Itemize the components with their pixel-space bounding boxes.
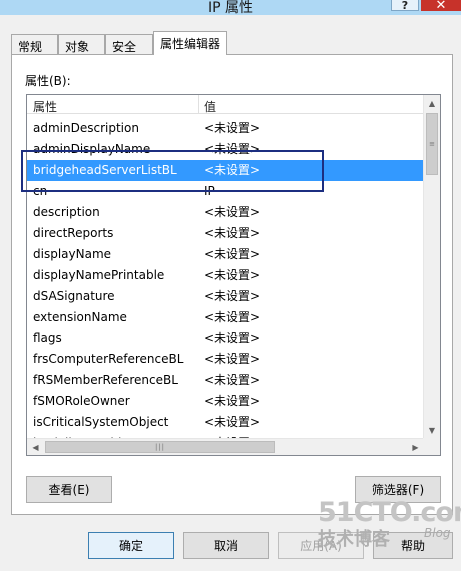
attribute-value: <未设置> bbox=[204, 331, 261, 345]
tab-security[interactable]: 安全 bbox=[105, 34, 153, 54]
attribute-name: adminDescription bbox=[33, 121, 139, 135]
watermark-blog: Blog bbox=[424, 526, 451, 540]
attribute-name: displayName bbox=[33, 247, 112, 261]
table-row[interactable]: fSMORoleOwner <未设置> bbox=[27, 391, 424, 412]
attribute-name: cn bbox=[33, 184, 48, 198]
column-header-attribute[interactable]: 属性 bbox=[33, 98, 57, 115]
attribute-name: frsComputerReferenceBL bbox=[33, 352, 184, 366]
ok-button[interactable]: 确定 bbox=[88, 532, 174, 559]
table-row[interactable]: cn IP bbox=[27, 181, 424, 202]
attribute-value: <未设置> bbox=[204, 289, 261, 303]
help-icon[interactable]: ? bbox=[391, 0, 419, 12]
column-header-value[interactable]: 值 bbox=[204, 98, 216, 115]
attribute-name: adminDisplayName bbox=[33, 142, 151, 156]
tab-general[interactable]: 常规 bbox=[11, 34, 58, 54]
attribute-name: directReports bbox=[33, 226, 114, 240]
table-row[interactable]: adminDescription <未设置> bbox=[27, 118, 424, 139]
attribute-name: fRSMemberReferenceBL bbox=[33, 373, 178, 387]
table-row[interactable]: isCriticalSystemObject <未设置> bbox=[27, 412, 424, 433]
attribute-value: <未设置> bbox=[204, 310, 261, 324]
attribute-name: displayNamePrintable bbox=[33, 268, 165, 282]
view-button[interactable]: 查看(E) bbox=[26, 476, 112, 503]
attribute-name: fSMORoleOwner bbox=[33, 394, 130, 408]
table-row[interactable]: adminDisplayName <未设置> bbox=[27, 139, 424, 160]
scroll-right-icon[interactable]: ▶ bbox=[407, 439, 424, 455]
scroll-down-icon[interactable]: ▼ bbox=[424, 422, 440, 439]
tab-attribute-editor[interactable]: 属性编辑器 bbox=[153, 31, 227, 55]
vertical-scroll-thumb[interactable]: ≡ bbox=[426, 113, 438, 175]
attribute-value: <未设置> bbox=[204, 352, 261, 366]
table-row[interactable]: fRSMemberReferenceBL <未设置> bbox=[27, 370, 424, 391]
attribute-value: <未设置> bbox=[204, 394, 261, 408]
table-row[interactable]: displayName <未设置> bbox=[27, 244, 424, 265]
attribute-value: <未设置> bbox=[204, 373, 261, 387]
column-separator[interactable] bbox=[198, 95, 199, 114]
title-bar: IP 属性 ? ✕ bbox=[0, 0, 461, 16]
cancel-button[interactable]: 取消 bbox=[183, 532, 269, 559]
watermark: 51CTO.com 技术博客 Blog bbox=[318, 498, 461, 550]
attribute-value: <未设置> bbox=[204, 226, 261, 240]
table-row-selected[interactable]: bridgeheadServerListBL <未设置> bbox=[27, 160, 424, 181]
attribute-value: <未设置> bbox=[204, 163, 261, 177]
attribute-name: bridgeheadServerListBL bbox=[33, 163, 177, 177]
attribute-value: <未设置> bbox=[204, 121, 261, 135]
attribute-name: extensionName bbox=[33, 310, 127, 324]
attribute-value: IP bbox=[204, 184, 215, 198]
attributes-label: 属性(B): bbox=[25, 74, 71, 88]
attribute-name: flags bbox=[33, 331, 62, 345]
table-row[interactable]: description <未设置> bbox=[27, 202, 424, 223]
scrollbar-corner bbox=[423, 438, 440, 455]
attribute-name: dSASignature bbox=[33, 289, 115, 303]
attribute-name: description bbox=[33, 205, 100, 219]
table-row[interactable]: extensionName <未设置> bbox=[27, 307, 424, 328]
table-row[interactable]: frsComputerReferenceBL <未设置> bbox=[27, 349, 424, 370]
attribute-value: <未设置> bbox=[204, 415, 261, 429]
scroll-left-icon[interactable]: ◀ bbox=[27, 439, 44, 455]
attribute-value: <未设置> bbox=[204, 268, 261, 282]
attribute-name: isCriticalSystemObject bbox=[33, 415, 169, 429]
table-row[interactable]: displayNamePrintable <未设置> bbox=[27, 265, 424, 286]
list-rows: adminDescription <未设置> adminDisplayName <未… bbox=[27, 118, 424, 454]
attribute-list[interactable]: 属性 值 adminDescription <未设置> adminDisplayN… bbox=[26, 94, 441, 456]
table-row[interactable]: dSASignature <未设置> bbox=[27, 286, 424, 307]
horizontal-scrollbar[interactable]: ◀ ||| ▶ bbox=[27, 438, 424, 455]
tab-object[interactable]: 对象 bbox=[58, 34, 105, 54]
watermark-site: 51CTO.com bbox=[318, 497, 461, 528]
table-row[interactable]: directReports <未设置> bbox=[27, 223, 424, 244]
horizontal-scroll-thumb[interactable]: ||| bbox=[45, 441, 275, 453]
vertical-scrollbar[interactable]: ▲ ≡ ▼ bbox=[423, 95, 440, 439]
scroll-up-icon[interactable]: ▲ bbox=[424, 95, 440, 112]
attribute-value: <未设置> bbox=[204, 205, 261, 219]
close-icon[interactable]: ✕ bbox=[421, 0, 461, 13]
table-row[interactable]: flags <未设置> bbox=[27, 328, 424, 349]
attribute-value: <未设置> bbox=[204, 247, 261, 261]
list-header: 属性 值 bbox=[27, 95, 424, 114]
attribute-value: <未设置> bbox=[204, 142, 261, 156]
